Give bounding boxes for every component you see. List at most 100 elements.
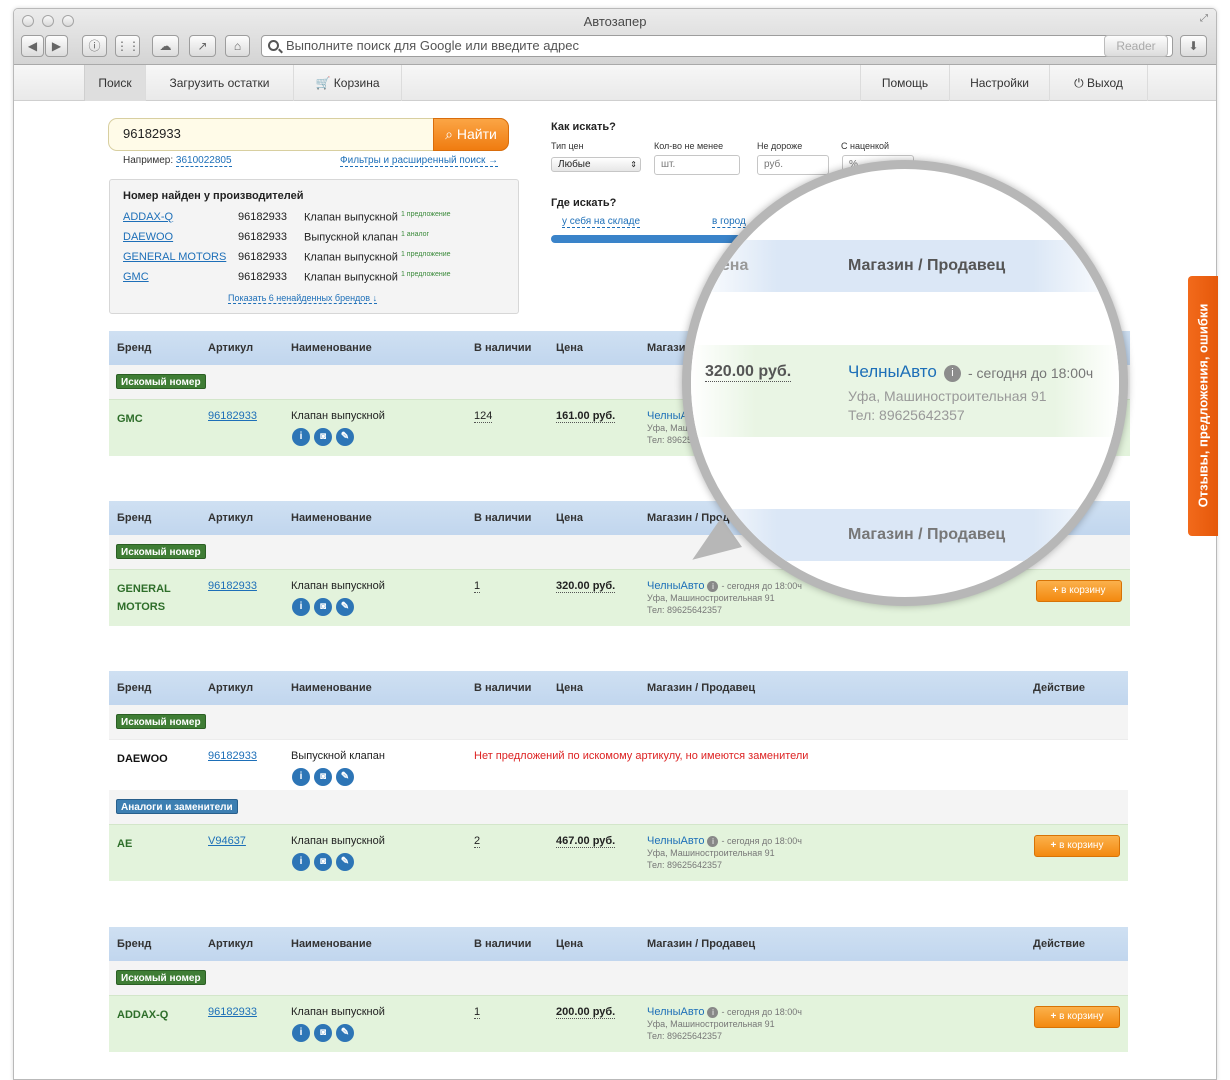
row-article-link[interactable]: 96182933 (208, 410, 257, 422)
found-name-text: Клапан выпускной (304, 251, 398, 264)
back-button[interactable]: ◀ (21, 35, 44, 57)
address-bar[interactable]: Выполните поиск для Google или введите а… (261, 35, 1173, 57)
row-article-link[interactable]: V94637 (208, 835, 246, 847)
found-brand-link[interactable]: DAEWOO (123, 231, 173, 243)
row-qty[interactable]: 1 (474, 580, 481, 593)
camera-icon[interactable]: ◙ (314, 768, 332, 786)
seller-info-icon[interactable]: i (707, 580, 719, 592)
wrench-icon[interactable]: ✎ (336, 853, 354, 871)
results-table-addax: Бренд Артикул Наименование В наличии Цен… (109, 927, 1128, 1052)
example-link[interactable]: 3610022805 (175, 155, 232, 167)
row-qty[interactable]: 2 (474, 835, 481, 848)
wrench-icon[interactable]: ✎ (336, 428, 354, 446)
nav-cart[interactable]: 🛒 Корзина (294, 65, 402, 101)
row-price[interactable]: 200.00 руб. (556, 1006, 616, 1019)
nav-settings[interactable]: Настройки (950, 65, 1050, 101)
found-row: ADDAX-Q 96182933 Клапан выпускной 1 пред… (123, 211, 513, 229)
wrench-icon[interactable]: ✎ (336, 1024, 354, 1042)
seller-info-icon[interactable]: i (707, 1006, 719, 1018)
nav-help[interactable]: Помощь (860, 65, 950, 101)
advanced-search-link[interactable]: Фильтры и расширенный поиск → (340, 155, 499, 167)
seller-link[interactable]: ЧелныАвто (647, 835, 704, 847)
show-more-brands-link[interactable]: Показать 6 ненайденных брендов ↓ (228, 293, 378, 304)
add-to-cart-button[interactable]: + в корзину (1034, 835, 1120, 857)
found-note: 1 предложение (400, 211, 451, 218)
row-qty[interactable]: 1 (474, 1006, 481, 1019)
col-seller: Магазин / Продавец (647, 682, 756, 694)
find-button[interactable]: ⌕ Найти (433, 118, 509, 151)
analogs-tag: Аналоги и заменители (116, 799, 238, 814)
row-seller: ЧелныАвто i - сегодня до 18:00ч Уфа, Машин… (647, 1006, 802, 1042)
found-name-text: Выпускной клапан (304, 231, 398, 244)
add-to-cart-label: в корзину (1059, 840, 1104, 851)
reader-info-button[interactable]: ⓘ (82, 35, 107, 57)
row-article-link[interactable]: 96182933 (208, 750, 257, 762)
price-type-select[interactable]: Любые ⇕ (551, 157, 641, 172)
add-to-cart-button[interactable]: + в корзину (1036, 580, 1122, 602)
info-icon[interactable]: i (292, 1024, 310, 1042)
table-row: ADDAX-Q 96182933 Клапан выпускной i ◙ ✎ … (109, 995, 1128, 1052)
seller-info-icon[interactable]: i (707, 835, 719, 847)
camera-icon[interactable]: ◙ (314, 853, 332, 871)
row-qty[interactable]: 124 (474, 410, 493, 423)
add-to-cart-button[interactable]: + в корзину (1034, 1006, 1120, 1028)
seller-hours: - сегодня до 18:00ч (721, 1007, 802, 1017)
wrench-icon[interactable]: ✎ (336, 598, 354, 616)
info-icon[interactable]: i (292, 428, 310, 446)
feedback-tab[interactable]: Отзывы, предложения, ошибки (1188, 276, 1218, 536)
found-article: 96182933 (238, 271, 287, 283)
found-brand-link[interactable]: GMC (123, 271, 149, 283)
max-price-input[interactable]: руб. (757, 155, 829, 175)
nav-upload-stock[interactable]: Загрузить остатки (146, 65, 294, 101)
camera-icon[interactable]: ◙ (314, 428, 332, 446)
row-price[interactable]: 467.00 руб. (556, 835, 616, 848)
col-article: Артикул (208, 512, 254, 524)
found-name: Клапан выпускной 1 предложение (304, 271, 451, 284)
nav-search[interactable]: Поиск (84, 65, 146, 101)
seller-link[interactable]: ЧелныАвто (647, 1006, 704, 1018)
max-price-label: Не дороже (757, 141, 803, 151)
row-article-link[interactable]: 96182933 (208, 580, 257, 592)
icloud-icon[interactable]: ☁ (152, 35, 179, 57)
reader-button[interactable]: Reader (1104, 35, 1168, 57)
found-brand-link[interactable]: ADDAX-Q (123, 211, 173, 223)
row-price[interactable]: 320.00 руб. (556, 580, 616, 593)
forward-button[interactable]: ▶ (45, 35, 68, 57)
info-icon[interactable]: i (292, 598, 310, 616)
found-brand-link[interactable]: GENERAL MOTORS (123, 251, 226, 263)
add-to-cart-label: в корзину (1059, 1011, 1104, 1022)
info-icon[interactable]: i (292, 853, 310, 871)
home-icon[interactable]: ⌂ (225, 35, 250, 57)
main-nav: Поиск Загрузить остатки 🛒 Корзина Помощь… (14, 65, 1216, 101)
info-icon[interactable]: i (292, 768, 310, 786)
qty-input[interactable]: шт. (654, 155, 740, 175)
col-name: Наименование (291, 938, 372, 950)
seller-address: Уфа, Машиностроительная 91 (647, 593, 775, 603)
fullscreen-icon[interactable]: ⤢ (1200, 13, 1208, 24)
seller-link[interactable]: ЧелныАвто (647, 580, 704, 592)
col-brand: Бренд (117, 938, 152, 950)
row-seller: ЧелныАвто i - сегодня до 18:00ч Уфа, Машин… (647, 580, 802, 616)
cart-icon: 🛒 (315, 76, 331, 90)
magnifier-address: Уфа, Машиностроительная 91 (848, 388, 1047, 404)
qty-label: Кол-во не менее (654, 141, 724, 151)
wrench-icon[interactable]: ✎ (336, 768, 354, 786)
col-price: Цена (556, 342, 584, 354)
where-city-link[interactable]: в город (712, 216, 746, 228)
nav-logout[interactable]: ⏻ Выход (1050, 65, 1148, 101)
found-name-text: Клапан выпускной (304, 211, 398, 224)
found-note: 1 предложение (400, 271, 451, 278)
row-price[interactable]: 161.00 руб. (556, 410, 616, 423)
add-to-cart-label: в корзину (1061, 585, 1106, 596)
camera-icon[interactable]: ◙ (314, 598, 332, 616)
col-name: Наименование (291, 682, 372, 694)
example-label: Например: (123, 155, 174, 166)
row-article-link[interactable]: 96182933 (208, 1006, 257, 1018)
where-own-stock-link[interactable]: у себя на складе (562, 216, 641, 228)
top-sites-icon[interactable]: ⋮⋮ (115, 35, 140, 57)
search-input[interactable] (123, 126, 423, 141)
downloads-icon[interactable]: ⬇ (1180, 35, 1207, 57)
share-icon[interactable]: ↗ (189, 35, 216, 57)
camera-icon[interactable]: ◙ (314, 1024, 332, 1042)
search-icon (268, 40, 279, 51)
